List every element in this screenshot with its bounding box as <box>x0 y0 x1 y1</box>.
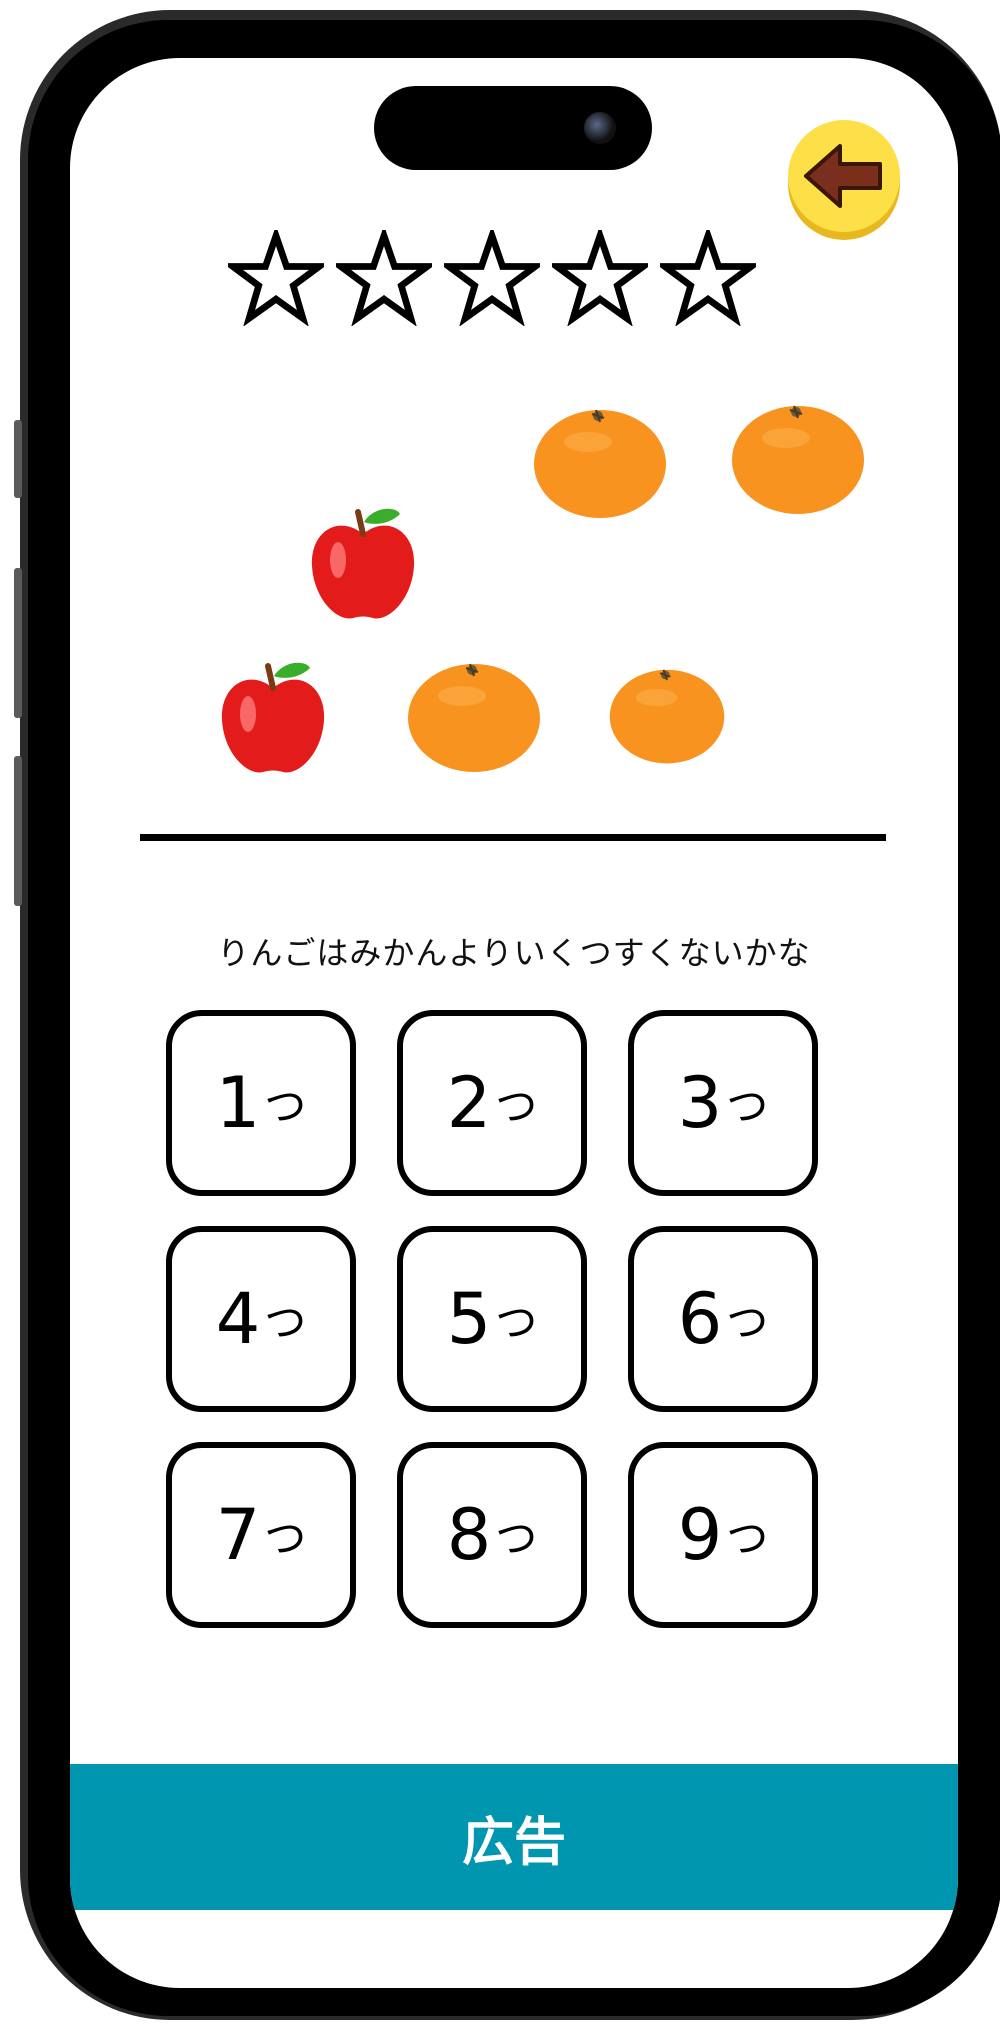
star-rating <box>228 230 768 330</box>
answer-unit: つ <box>726 1513 769 1563</box>
answer-button-9[interactable]: 9つ <box>628 1442 818 1628</box>
orange-icon <box>732 405 864 514</box>
orange-icon <box>609 669 725 764</box>
answer-unit: つ <box>726 1297 769 1347</box>
volume-up-button <box>14 568 22 718</box>
answer-button-6[interactable]: 6つ <box>628 1226 818 1412</box>
answer-button-8[interactable]: 8つ <box>397 1442 587 1628</box>
star-icon <box>228 230 324 326</box>
answer-number: 3 <box>677 1062 723 1144</box>
arrow-left-icon <box>804 144 882 208</box>
app-screen: りんごはみかんよりいくつすくないかな 1つ 2つ 3つ 4つ 5つ 6つ 7つ … <box>70 58 958 1988</box>
answer-number: 4 <box>215 1278 261 1360</box>
star-icon <box>336 230 432 326</box>
back-button[interactable] <box>788 120 900 232</box>
answer-unit: つ <box>495 1513 538 1563</box>
answer-number: 8 <box>446 1494 492 1576</box>
star-icon <box>552 230 648 326</box>
answer-button-7[interactable]: 7つ <box>166 1442 356 1628</box>
answer-number: 6 <box>677 1278 723 1360</box>
answer-unit: つ <box>495 1297 538 1347</box>
answer-button-4[interactable]: 4つ <box>166 1226 356 1412</box>
star-icon <box>660 230 756 326</box>
answer-unit: つ <box>726 1081 769 1131</box>
answer-number: 1 <box>215 1062 261 1144</box>
answer-unit: つ <box>495 1081 538 1131</box>
orange-icon <box>408 663 540 772</box>
answer-number: 2 <box>446 1062 492 1144</box>
camera-icon <box>584 112 616 144</box>
answer-number: 7 <box>215 1494 261 1576</box>
ad-banner[interactable]: 広告 <box>70 1764 958 1910</box>
answer-unit: つ <box>264 1513 307 1563</box>
answer-button-3[interactable]: 3つ <box>628 1010 818 1196</box>
answer-button-2[interactable]: 2つ <box>397 1010 587 1196</box>
answer-number: 9 <box>677 1494 723 1576</box>
dynamic-island <box>374 86 652 170</box>
mute-switch <box>14 420 22 498</box>
divider <box>140 834 886 841</box>
star-icon <box>444 230 540 326</box>
apple-icon <box>311 508 415 619</box>
orange-icon <box>534 409 666 518</box>
answer-button-5[interactable]: 5つ <box>397 1226 587 1412</box>
question-text: りんごはみかんよりいくつすくないかな <box>217 934 811 972</box>
ad-label: 広告 <box>461 1812 566 1873</box>
answer-unit: つ <box>264 1081 307 1131</box>
answer-number: 5 <box>446 1278 492 1360</box>
answer-unit: つ <box>264 1297 307 1347</box>
volume-down-button <box>14 756 22 906</box>
answer-button-1[interactable]: 1つ <box>166 1010 356 1196</box>
apple-icon <box>221 662 325 773</box>
